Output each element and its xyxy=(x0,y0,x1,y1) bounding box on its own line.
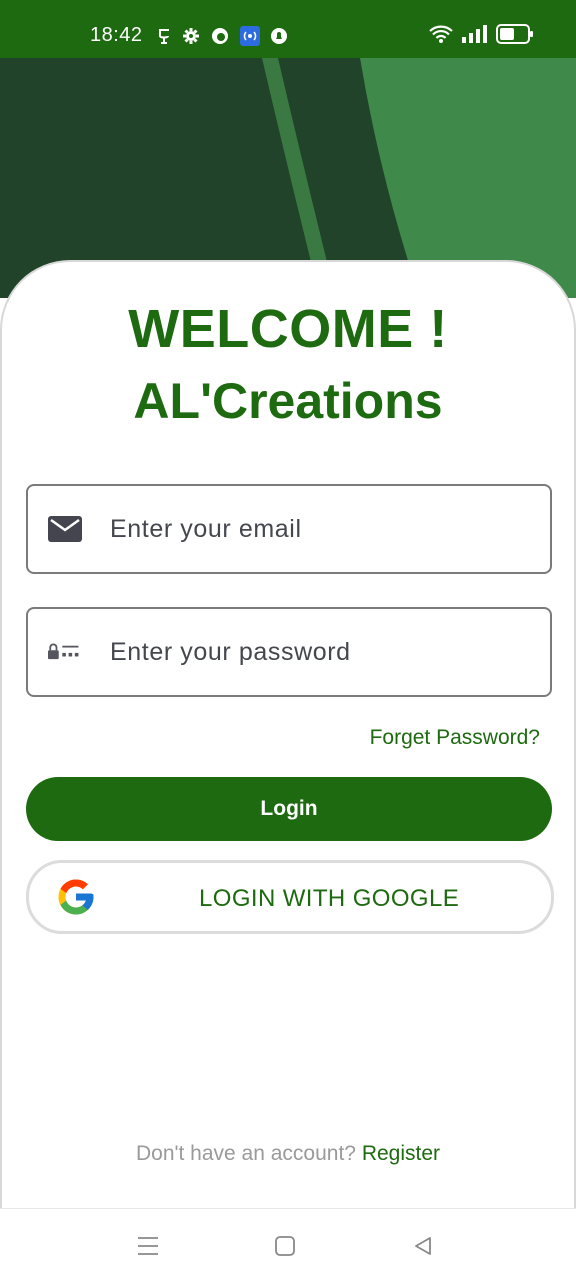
google-icon xyxy=(55,876,97,923)
password-field[interactable] xyxy=(26,607,552,697)
gear-icon xyxy=(182,27,200,45)
status-icons-left xyxy=(156,26,288,46)
email-field[interactable] xyxy=(26,484,552,574)
system-nav-bar xyxy=(0,1208,576,1280)
menu-icon[interactable] xyxy=(133,1231,163,1261)
signal-icon xyxy=(462,25,488,43)
mail-icon xyxy=(48,514,82,544)
alert-icon xyxy=(270,27,288,45)
password-input[interactable] xyxy=(110,609,530,695)
welcome-title: WELCOME ! xyxy=(128,299,448,359)
no-account-text: Don't have an account? xyxy=(135,1142,356,1165)
email-input[interactable] xyxy=(110,486,530,572)
notification-app-icon xyxy=(210,26,230,46)
register-row: Don't have an account? Register xyxy=(2,1142,574,1166)
nfc-icon xyxy=(240,26,260,46)
login-card: WELCOME ! AL'Creations Forget Password? … xyxy=(0,260,576,1208)
battery-icon xyxy=(496,24,534,44)
login-screen: 18:42 WELCOME ! AL'Creations Enter your … xyxy=(0,0,576,1280)
forgot-password-link[interactable]: Forget Password? xyxy=(370,726,540,750)
wifi-icon xyxy=(428,24,454,44)
login-button[interactable]: Login xyxy=(26,777,552,841)
back-icon[interactable] xyxy=(408,1231,438,1261)
app-name-title: AL'Creations xyxy=(133,373,443,429)
google-login-label: LOGIN WITH GOOGLE xyxy=(199,885,460,912)
google-login-button[interactable]: LOGIN WITH GOOGLE xyxy=(26,860,554,934)
register-link[interactable]: Register xyxy=(362,1142,440,1165)
status-bar: 18:42 xyxy=(0,0,576,58)
status-icons-right xyxy=(428,24,534,44)
status-time: 18:42 xyxy=(90,24,143,46)
home-icon[interactable] xyxy=(270,1231,300,1261)
password-icon xyxy=(48,637,82,667)
hotspot-icon xyxy=(156,27,172,45)
